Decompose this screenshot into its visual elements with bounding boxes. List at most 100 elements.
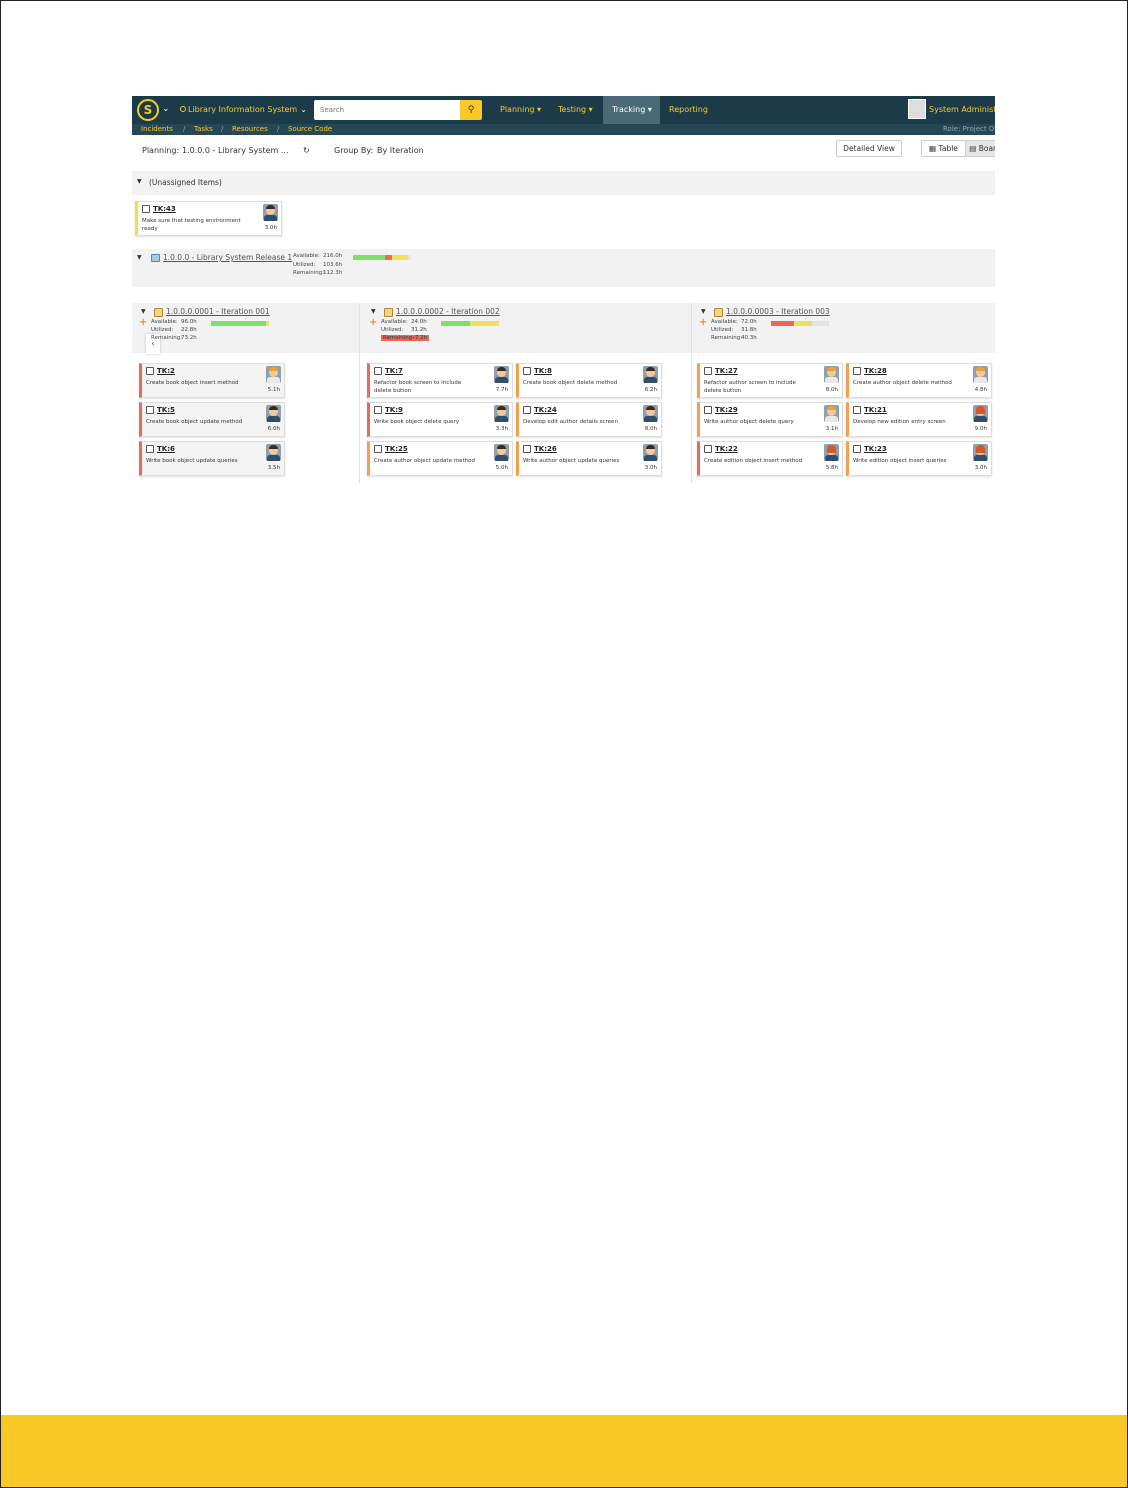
task-id[interactable]: TK:28 [864, 367, 887, 375]
task-id[interactable]: TK:9 [385, 406, 403, 414]
group-by-selector[interactable]: By Iteration [377, 146, 424, 155]
owner-avatar [643, 366, 658, 383]
board-icon: ▤ [969, 144, 977, 153]
caret-down-icon[interactable]: ▼ [137, 178, 142, 185]
caret-down-icon[interactable]: ▼ [371, 308, 376, 315]
task-name: Create book object insert method [146, 380, 239, 386]
task-card[interactable]: TK:29 Write author object delete query 3.1… [697, 402, 843, 437]
user-avatar[interactable] [908, 99, 926, 119]
release-title[interactable]: 1.0.0.0 - Library System Release 1 [163, 253, 292, 262]
owner-avatar [824, 444, 839, 461]
release-utilized: Utilized: 103.6h [293, 262, 343, 268]
task-estimate: 3.0h [644, 465, 657, 471]
iteration-available: Available: 72.0h [711, 319, 757, 325]
task-id[interactable]: TK:2 [157, 367, 175, 375]
iteration-title[interactable]: 1.0.0.0.0002 - Iteration 002 [396, 307, 500, 316]
task-card[interactable]: TK:21 Develop new edition entry screen 9.0… [846, 402, 992, 437]
top-navbar: S ⌄ Library Information System⌄ ⚲ Planni… [132, 96, 995, 124]
task-estimate: 6.2h [644, 387, 657, 393]
caret-down-icon[interactable]: ▼ [701, 308, 706, 315]
task-name: Develop new edition entry screen [853, 419, 946, 425]
task-id[interactable]: TK:29 [715, 406, 738, 414]
task-name: Write author object update queries [523, 458, 620, 464]
project-selector[interactable]: Library Information System ⌄ [180, 105, 307, 114]
task-card[interactable]: TK:5 Create book object update method 6.0h [139, 402, 285, 437]
task-id[interactable]: TK:6 [157, 445, 175, 453]
task-id[interactable]: TK:27 [715, 367, 738, 375]
board-view-button[interactable]: ▤ Board [965, 140, 995, 157]
task-id[interactable]: TK:23 [864, 445, 887, 453]
subnav-resources[interactable]: Resources [232, 124, 268, 135]
iteration-progress-bar [441, 321, 499, 326]
search-input[interactable] [314, 100, 461, 120]
task-card[interactable]: TK:23 Write edition object insert queries… [846, 441, 992, 476]
separator: / [183, 125, 186, 133]
task-id[interactable]: TK:24 [534, 406, 557, 414]
nav-tracking[interactable]: Tracking ▾ [603, 96, 660, 124]
task-icon [523, 367, 531, 375]
task-estimate: 5.8h [825, 465, 838, 471]
detailed-view-button[interactable]: Detailed View [836, 140, 902, 157]
unassigned-section-header[interactable]: ▼ (Unassigned Items) [132, 171, 995, 195]
release-available: Available: 216.0h [293, 253, 343, 259]
release-section-header[interactable]: ▼ 1.0.0.0 - Library System Release 1 Ava… [132, 249, 995, 287]
task-card[interactable]: TK:22 Create edition object insert method… [697, 441, 843, 476]
task-card[interactable]: TK:6 Write book object update queries 3.5h [139, 441, 285, 476]
task-card[interactable]: TK:26 Write author object update queries 3… [516, 441, 662, 476]
subnav-incidents[interactable]: Incidents [141, 124, 173, 135]
task-card[interactable]: TK:9 Write book object delete query 3.3h [367, 402, 513, 437]
add-task-icon[interactable]: + [139, 317, 147, 328]
add-task-icon[interactable]: + [699, 317, 707, 328]
task-id[interactable]: TK:25 [385, 445, 408, 453]
task-card[interactable]: TK:8 Create book object delete method 6.2h [516, 363, 662, 398]
task-card[interactable]: TK:25 Create author object update method 5… [367, 441, 513, 476]
task-name: Write book object update queries [146, 458, 238, 464]
search-button[interactable]: ⚲ [460, 100, 482, 120]
nav-testing[interactable]: Testing ▾ [549, 96, 602, 124]
task-icon [374, 367, 382, 375]
task-card[interactable]: TK:43 Make sure that testing environment… [135, 201, 282, 236]
project-circle-icon [180, 106, 186, 112]
release-remaining: Remaining:112.3h [293, 270, 343, 276]
task-name: Create book object update method [146, 419, 243, 425]
task-card[interactable]: TK:28 Create author object delete method 4… [846, 363, 992, 398]
table-label: Table [938, 144, 958, 153]
progress-red [384, 255, 392, 260]
user-name[interactable]: System Administrator [929, 105, 995, 114]
iteration-progress-bar [771, 321, 829, 326]
task-card[interactable]: TK:2 Create book object insert method 5.1h [139, 363, 285, 398]
task-id[interactable]: TK:26 [534, 445, 557, 453]
nav-reporting[interactable]: Reporting [660, 96, 717, 124]
task-id[interactable]: TK:8 [534, 367, 552, 375]
task-id[interactable]: TK:5 [157, 406, 175, 414]
table-view-button[interactable]: ▦ Table [921, 140, 966, 157]
iteration-title[interactable]: 1.0.0.0.0003 - Iteration 003 [726, 307, 830, 316]
planning-selector[interactable]: 1.0.0.0 - Library System ... [182, 146, 288, 155]
iteration-remaining: Remaining:-7.2h [381, 335, 430, 341]
task-estimate: 3.3h [495, 426, 508, 432]
chevron-down-icon[interactable]: ⌄ [162, 104, 170, 114]
owner-avatar [824, 366, 839, 383]
subnav-tasks[interactable]: Tasks [194, 124, 213, 135]
subnav-source-code[interactable]: Source Code [288, 124, 332, 135]
spira-logo-icon[interactable]: S [137, 99, 159, 121]
task-name: Make sure that testing environment ready [142, 218, 241, 232]
refresh-icon[interactable]: ↻ [303, 146, 310, 155]
caret-down-icon[interactable]: ▼ [141, 308, 146, 315]
task-card[interactable]: TK:27 Refactor author screen to include d… [697, 363, 843, 398]
task-card[interactable]: TK:24 Develop edit author details screen 8… [516, 402, 662, 437]
iteration-title[interactable]: 1.0.0.0.0001 - Iteration 001 [166, 307, 270, 316]
column-divider [359, 303, 360, 483]
task-card[interactable]: TK:7 Refactor book screen to include dele… [367, 363, 513, 398]
task-id[interactable]: TK:7 [385, 367, 403, 375]
iteration-available: Available: 96.0h [151, 319, 197, 325]
task-id[interactable]: TK:43 [153, 205, 176, 213]
caret-down-icon[interactable]: ▼ [137, 254, 142, 261]
task-icon [146, 367, 154, 375]
task-icon [142, 205, 150, 213]
nav-planning[interactable]: Planning ▾ [491, 96, 550, 124]
task-id[interactable]: TK:21 [864, 406, 887, 414]
add-task-icon[interactable]: + [369, 317, 377, 328]
task-id[interactable]: TK:22 [715, 445, 738, 453]
owner-avatar [973, 366, 988, 383]
